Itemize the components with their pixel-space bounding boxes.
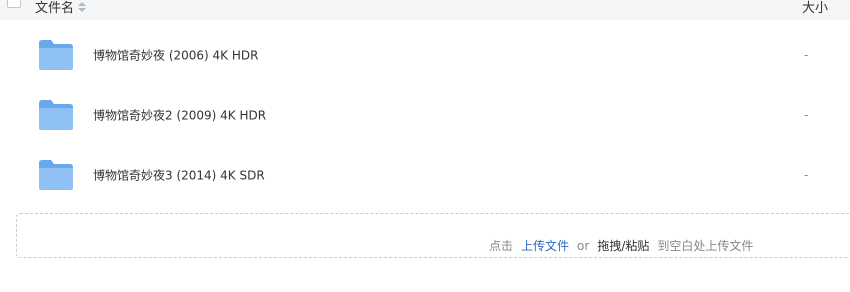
name-column-label: 文件名 (35, 1, 75, 16)
upload-prefix: 点击 (489, 239, 514, 253)
file-size: - (804, 168, 809, 182)
file-size: - (804, 48, 809, 62)
file-row[interactable]: 博物馆奇妙夜 (2006) 4K HDR - (0, 25, 850, 85)
drag-paste-label: 拖拽/粘贴 (597, 239, 650, 253)
upload-hint: 点击 上传文件 or 拖拽/粘贴 到空白处上传文件 (489, 237, 753, 254)
file-size: - (804, 108, 809, 122)
file-row[interactable]: 博物馆奇妙夜2 (2009) 4K HDR - (0, 85, 850, 145)
size-column-header[interactable]: 大小 (802, 0, 828, 16)
file-name[interactable]: 博物馆奇妙夜2 (2009) 4K HDR (93, 107, 266, 124)
name-column-header[interactable]: 文件名 (35, 0, 87, 16)
file-name[interactable]: 博物馆奇妙夜3 (2014) 4K SDR (93, 167, 265, 184)
folder-icon (39, 160, 73, 190)
file-list-header: 文件名 大小 (0, 0, 850, 20)
upload-or: or (577, 239, 590, 253)
upload-suffix: 到空白处上传文件 (657, 239, 754, 253)
file-row[interactable]: 博物馆奇妙夜3 (2014) 4K SDR - (0, 145, 850, 205)
upload-file-link[interactable]: 上传文件 (521, 237, 569, 254)
select-all-checkbox[interactable] (7, 0, 21, 8)
folder-icon (39, 40, 73, 70)
sort-icon[interactable] (78, 1, 87, 12)
folder-icon (39, 100, 73, 130)
file-name[interactable]: 博物馆奇妙夜 (2006) 4K HDR (93, 47, 258, 64)
